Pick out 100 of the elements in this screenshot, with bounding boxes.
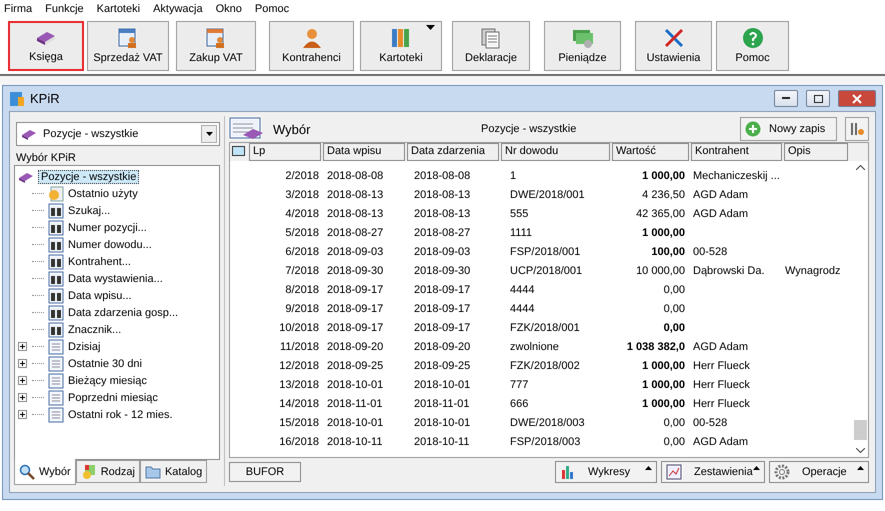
- binoculars-icon: [48, 236, 64, 252]
- tree-item[interactable]: Ostatni rok - 12 mies.: [68, 408, 173, 420]
- table-cell-text: 2018-08-27: [413, 226, 472, 238]
- scrollbar-thumb[interactable]: [854, 420, 867, 440]
- list-icon: [48, 406, 64, 422]
- table-cell-text: 0,00: [662, 322, 685, 334]
- toolbar-button[interactable]: Pieniądze: [544, 21, 621, 71]
- table-cell-text: 10/2018: [278, 322, 319, 334]
- toolbar-button[interactable]: Sprzedaż VAT: [87, 21, 169, 71]
- table-cell-text: DWE/2018/003: [509, 416, 586, 428]
- caret-icon: [753, 466, 760, 470]
- menu-item[interactable]: Funkcje: [45, 3, 84, 15]
- toolbar-button[interactable]: Zakup VAT: [176, 21, 256, 71]
- table-cell-text: FZK/2018/001: [509, 322, 581, 334]
- tab[interactable]: Rodzaj: [76, 460, 140, 483]
- table-cell-text: 2018-09-25: [413, 360, 472, 372]
- table-cell-text: 00-528: [692, 246, 728, 258]
- table-cell-text: 4/2018: [284, 208, 319, 220]
- tree-item[interactable]: Data zdarzenia gosp...: [68, 306, 178, 318]
- menu-item[interactable]: Aktywacja: [153, 3, 203, 15]
- tree-item[interactable]: Numer pozycji...: [68, 222, 147, 234]
- tree-item[interactable]: Znacznik...: [68, 324, 122, 336]
- dropdown-button[interactable]: Zestawienia: [661, 461, 765, 483]
- close-icon: [852, 94, 862, 104]
- table-cell-text: 2018-09-17: [413, 284, 472, 296]
- table-cell-text: 2018-10-01: [326, 378, 384, 390]
- toolbar-button[interactable]: Ustawienia: [635, 21, 712, 71]
- table-cell-text: 4444: [509, 284, 536, 296]
- table-cell-text: Herr Flueck: [692, 398, 751, 410]
- tree-item[interactable]: Poprzedni miesiąc: [68, 392, 158, 404]
- table-cell-text: 666: [509, 398, 530, 410]
- toolbar-button[interactable]: Pomoc: [716, 21, 789, 71]
- menu-item[interactable]: Firma: [4, 3, 32, 15]
- tree-item[interactable]: Numer dowodu...: [68, 238, 152, 250]
- caret-icon: [206, 132, 212, 136]
- dropdown-button[interactable]: Wykresy: [555, 461, 657, 483]
- scroll-up-icon[interactable]: [856, 165, 865, 170]
- window-title: KPiR: [30, 91, 61, 106]
- tree-item[interactable]: Kontrahent...: [68, 256, 131, 268]
- table-cell-text: 2018-08-13: [413, 208, 472, 220]
- column-header[interactable]: Lp: [249, 143, 321, 161]
- tree-item[interactable]: Bieżący miesiąc: [68, 374, 147, 386]
- column-header[interactable]: Nr dowodu: [501, 143, 610, 161]
- menu-item[interactable]: Pomoc: [254, 3, 290, 15]
- dropdown-button[interactable]: Operacje: [769, 461, 869, 483]
- tab[interactable]: Katalog: [140, 460, 208, 483]
- expand-icon[interactable]: [18, 342, 27, 351]
- table-cell-text: 6/2018: [284, 246, 319, 258]
- tree-item[interactable]: Dzisiaj: [68, 340, 100, 352]
- expand-icon[interactable]: [18, 359, 27, 368]
- tab[interactable]: Wybór: [14, 459, 76, 485]
- column-header[interactable]: Data zdarzenia: [407, 143, 499, 161]
- table-cell-text: Mechaniczeskij ...: [692, 170, 777, 182]
- table-cell-text: 00-528: [692, 416, 728, 428]
- toolbar-button[interactable]: Księga: [8, 21, 84, 71]
- medal-icon: [80, 464, 97, 480]
- columns-settings-button[interactable]: [845, 117, 869, 141]
- column-header[interactable]: Kontrahent: [691, 143, 782, 161]
- column-header[interactable]: Data wpisu: [323, 143, 405, 161]
- expand-icon[interactable]: [18, 393, 27, 402]
- binders-icon: [390, 27, 412, 49]
- table-cell-text: FSP/2018/001: [509, 246, 582, 258]
- selection-dropdown[interactable]: Pozycje - wszystkie: [16, 122, 220, 146]
- list-icon: [48, 356, 64, 372]
- table-cell-text: Wynagrodz: [784, 264, 842, 276]
- table-cell-text: 2018-10-01: [326, 416, 384, 428]
- table-cell-text: AGD Adam: [692, 188, 750, 200]
- caret-icon: [426, 25, 435, 30]
- table-cell-text: Dąbrowski Da.: [692, 264, 766, 276]
- scroll-down-icon[interactable]: [856, 448, 865, 453]
- menu-item[interactable]: Kartoteki: [96, 3, 140, 15]
- buffer-button[interactable]: BUFOR: [229, 462, 301, 482]
- table-cell-text: 16/2018: [278, 436, 319, 448]
- close-button[interactable]: [838, 90, 876, 107]
- binoculars-icon: [48, 254, 64, 270]
- minimize-button[interactable]: [774, 90, 798, 107]
- tree-item[interactable]: Ostatnio użyty: [68, 188, 138, 200]
- tree-item[interactable]: Data wystawienia...: [68, 272, 163, 284]
- toolbar-button[interactable]: Kontrahenci: [269, 21, 354, 71]
- tree-item[interactable]: Ostatnie 30 dni: [68, 358, 142, 370]
- expand-icon[interactable]: [18, 376, 27, 385]
- toolbar-button[interactable]: Kartoteki: [360, 21, 442, 71]
- table-cell-text: zwolnione: [509, 340, 560, 352]
- new-entry-button[interactable]: Nowy zapis: [740, 117, 837, 141]
- column-header[interactable]: Opis: [784, 143, 848, 161]
- list-icon: [48, 372, 64, 388]
- column-header[interactable]: Wartość: [612, 143, 689, 161]
- table-cell-text: 1 038 382,0: [626, 340, 685, 352]
- expand-icon[interactable]: [18, 410, 27, 419]
- select-all-icon[interactable]: [232, 146, 244, 156]
- table-cell-text: 2/2018: [284, 170, 319, 182]
- binoculars-icon: [48, 270, 64, 286]
- table-cell-text: 1111: [509, 226, 534, 238]
- table-cell-text: 15/2018: [278, 416, 319, 428]
- toolbar-button[interactable]: Deklaracje: [452, 21, 530, 71]
- maximize-button[interactable]: [806, 90, 830, 107]
- tree-item[interactable]: Pozycje - wszystkie: [38, 170, 140, 184]
- tree-item[interactable]: Data wpisu...: [68, 290, 132, 302]
- tree-item[interactable]: Szukaj...: [68, 204, 110, 216]
- menu-item[interactable]: Okno: [216, 3, 242, 15]
